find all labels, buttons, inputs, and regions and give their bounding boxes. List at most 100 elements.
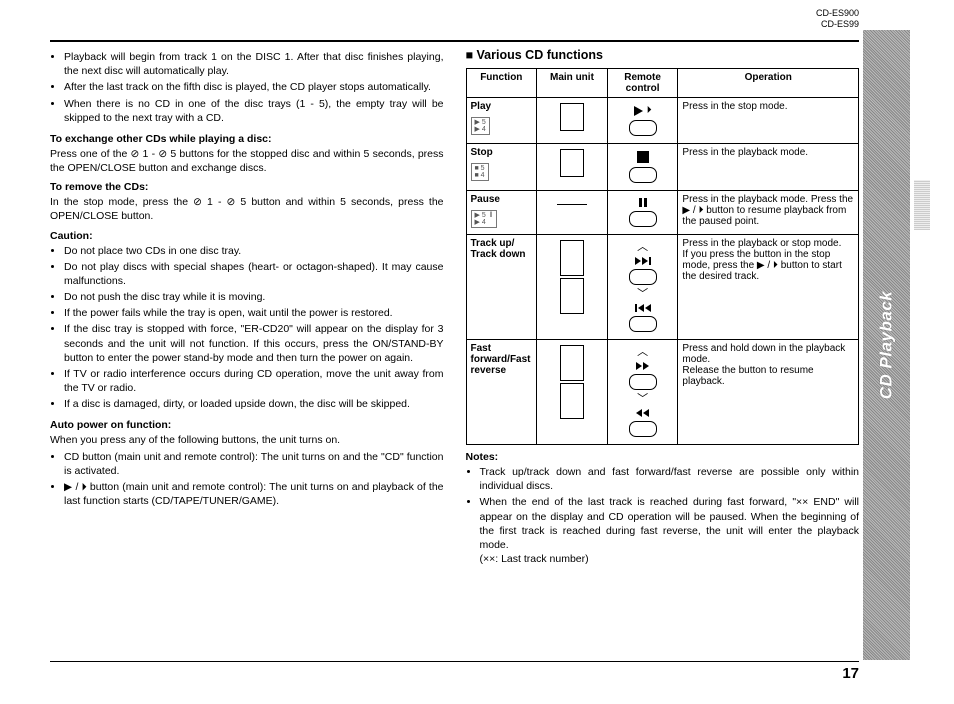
list-item: CD button (main unit and remote control)… (64, 450, 444, 478)
auto-bullets: CD button (main unit and remote control)… (50, 450, 444, 509)
list-item: Do not place two CDs in one disc tray. (64, 244, 444, 258)
chevron-up-icon: ︿ (637, 242, 648, 253)
exchange-text: Press one of the ⊘ 1 - ⊘ 5 buttons for t… (50, 147, 444, 175)
table-row: Stop ■ 5■ 4 Press in the playback mode. (466, 144, 859, 191)
remote-cell (607, 191, 678, 235)
oval-button-icon (629, 421, 657, 437)
fn-cell: Stop ■ 5■ 4 (466, 144, 537, 191)
th-remote: Remote control (607, 69, 678, 98)
remove-heading: To remove the CDs: (50, 181, 444, 193)
list-item: When the end of the last track is reache… (480, 495, 860, 566)
remote-cell: ⏵ (607, 98, 678, 144)
main-unit-cell (537, 340, 608, 445)
list-item: Playback will begin from track 1 on the … (64, 50, 444, 78)
mini-label: ▶ 5 ‖▶ 4 (471, 210, 497, 228)
mini-label: ■ 5■ 4 (471, 163, 489, 181)
fn-name: Stop (471, 147, 533, 158)
main-unit-cell (537, 144, 608, 191)
fn-name: Play (471, 101, 533, 112)
oval-button-icon (629, 374, 657, 390)
pause-icon (639, 198, 647, 207)
top-rule (50, 40, 859, 42)
left-column: Playback will begin from track 1 on the … (50, 48, 444, 574)
mini-label: ▶ 5▶ 4 (471, 117, 490, 135)
th-operation: Operation (678, 69, 859, 98)
remote-cell: ︿ ﹀ (607, 235, 678, 340)
main-unit-cell (537, 235, 608, 340)
table-header-row: Function Main unit Remote control Operat… (466, 69, 859, 98)
model-1: CD-ES900 (816, 8, 859, 19)
mainunit-diagram (560, 149, 584, 177)
notes-heading: Notes: (466, 451, 860, 463)
fast-reverse-icon (636, 409, 649, 417)
list-item: Track up/track down and fast forward/fas… (480, 465, 860, 493)
fn-name: Pause (471, 194, 533, 205)
mainunit-diagram (560, 278, 584, 314)
fn-cell: Play ▶ 5▶ 4 (466, 98, 537, 144)
table-row: Track up/ Track down ︿ ﹀ (466, 235, 859, 340)
caution-heading: Caution: (50, 230, 444, 242)
remove-text: In the stop mode, press the ⊘ 1 - ⊘ 5 bu… (50, 195, 444, 223)
functions-table: Function Main unit Remote control Operat… (466, 68, 860, 445)
caution-bullets: Do not place two CDs in one disc tray. D… (50, 244, 444, 412)
op-cell: Press in the playback or stop mode. If y… (678, 235, 859, 340)
op-cell: Press in the playback mode. Press the ▶ … (678, 191, 859, 235)
list-item: Do not play discs with special shapes (h… (64, 260, 444, 288)
oval-button-icon (629, 211, 657, 227)
mainunit-diagram (560, 103, 584, 131)
list-item: If the power fails while the tray is ope… (64, 306, 444, 320)
mainunit-line (557, 204, 587, 205)
section-title: Various CD functions (466, 48, 860, 62)
side-tab-label: CD Playback (877, 291, 897, 400)
header-model: CD-ES900 CD-ES99 (816, 8, 859, 30)
prev-track-icon (635, 304, 651, 312)
op-cell: Press and hold down in the playback mode… (678, 340, 859, 445)
list-item: ▶ / ⏵ button (main unit and remote contr… (64, 480, 444, 508)
remote-cell: ︿ ﹀ (607, 340, 678, 445)
table-row: Play ▶ 5▶ 4 ⏵ Press in the stop mode. (466, 98, 859, 144)
side-thumb-index (914, 180, 930, 230)
th-main-unit: Main unit (537, 69, 608, 98)
mainunit-diagram (560, 345, 584, 381)
chevron-down-icon: ﹀ (637, 289, 648, 300)
auto-heading: Auto power on function: (50, 419, 444, 431)
list-item: After the last track on the fifth disc i… (64, 80, 444, 94)
list-item: If TV or radio interference occurs durin… (64, 367, 444, 395)
th-function: Function (466, 69, 537, 98)
exchange-heading: To exchange other CDs while playing a di… (50, 133, 444, 145)
list-item: When there is no CD in one of the disc t… (64, 97, 444, 125)
list-item: If a disc is damaged, dirty, or loaded u… (64, 397, 444, 411)
table-row: Pause ▶ 5 ‖▶ 4 Press in the playback mod… (466, 191, 859, 235)
intro-bullets: Playback will begin from track 1 on the … (50, 50, 444, 125)
mainunit-diagram (560, 240, 584, 276)
main-unit-cell (537, 98, 608, 144)
list-item: If the disc tray is stopped with force, … (64, 322, 444, 365)
oval-button-icon (629, 316, 657, 332)
oval-button-icon (629, 269, 657, 285)
chevron-down-icon: ﹀ (637, 394, 648, 405)
page-number: 17 (842, 665, 859, 682)
footer-rule (50, 661, 859, 662)
fn-cell: Pause ▶ 5 ‖▶ 4 (466, 191, 537, 235)
stop-icon (637, 151, 649, 163)
right-column: Various CD functions Function Main unit … (466, 48, 860, 574)
remote-cell (607, 144, 678, 191)
op-cell: Press in the playback mode. (678, 144, 859, 191)
fn-cell: Track up/ Track down (466, 235, 537, 340)
notes-bullets: Track up/track down and fast forward/fas… (466, 465, 860, 566)
auto-intro: When you press any of the following butt… (50, 433, 444, 447)
list-item: Do not push the disc tray while it is mo… (64, 290, 444, 304)
mainunit-diagram (560, 383, 584, 419)
oval-button-icon (629, 167, 657, 183)
next-track-icon (635, 257, 651, 265)
main-unit-cell (537, 191, 608, 235)
table-row: Fast forward/Fast reverse ︿ ﹀ (466, 340, 859, 445)
model-2: CD-ES99 (816, 19, 859, 30)
side-tab: CD Playback (863, 30, 910, 660)
fn-cell: Fast forward/Fast reverse (466, 340, 537, 445)
play-repeat-icon: ⏵ (634, 105, 652, 116)
oval-button-icon (629, 120, 657, 136)
op-cell: Press in the stop mode. (678, 98, 859, 144)
chevron-up-icon: ︿ (637, 347, 648, 358)
fast-forward-icon (636, 362, 649, 370)
